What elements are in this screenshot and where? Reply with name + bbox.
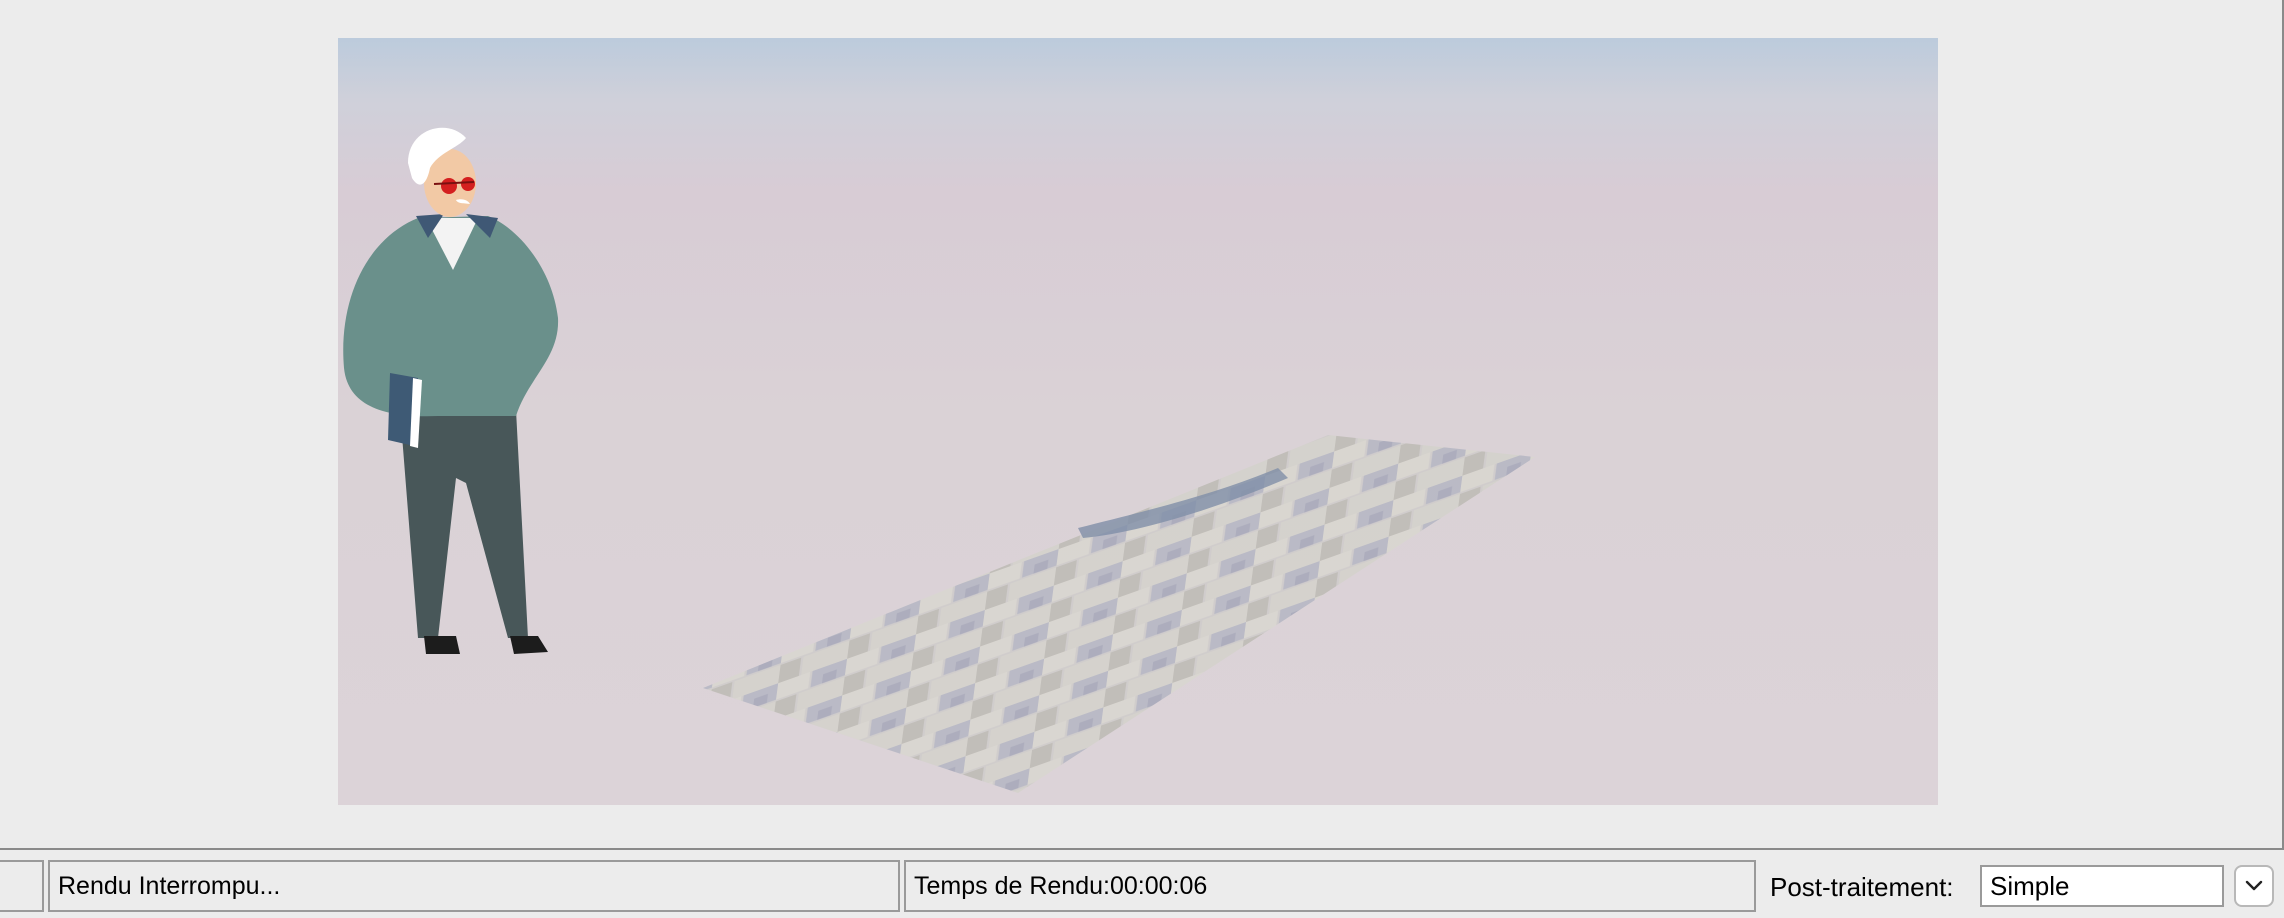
post-processing-select[interactable]: Simple (1980, 865, 2224, 907)
render-time: Temps de Rendu:00:00:06 (904, 860, 1756, 912)
post-processing-label: Post-traitement: (1770, 872, 1954, 902)
chevron-down-icon (2245, 880, 2263, 891)
rendered-image (338, 38, 1938, 805)
person-figure (343, 127, 559, 654)
status-message: Rendu Interrompu... (48, 860, 900, 912)
paved-floor (703, 435, 1535, 793)
status-bar: Rendu Interrompu... Temps de Rendu:00:00… (0, 858, 2284, 918)
render-viewport-area (0, 0, 2284, 850)
render-scene (343, 127, 1535, 793)
status-cell-empty (0, 860, 44, 912)
post-processing-dropdown-button[interactable] (2234, 865, 2274, 907)
